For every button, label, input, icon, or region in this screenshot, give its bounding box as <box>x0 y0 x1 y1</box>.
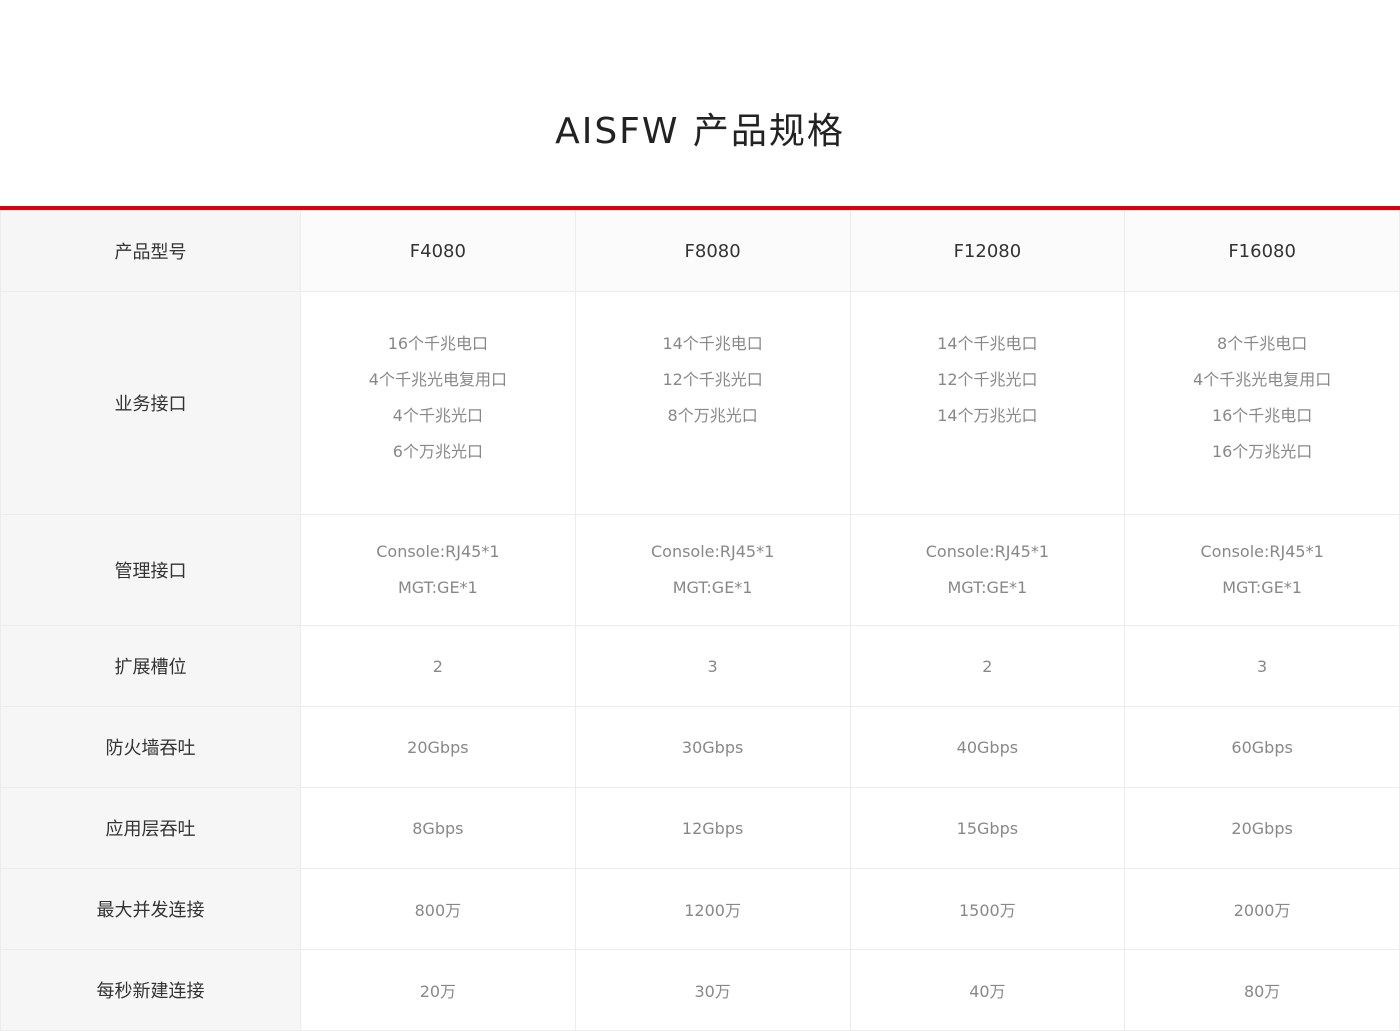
spec-cell: 14个千兆电口 12个千兆光口 14个万兆光口 <box>849 291 1126 515</box>
spec-table: 产品型号 F4080 F8080 F12080 F16080 业务接口 16个千… <box>0 210 1400 1031</box>
spec-cell: 30Gbps <box>574 706 851 788</box>
spec-cell: 20Gbps <box>1124 787 1400 869</box>
spec-line: 14个千兆电口 <box>662 334 763 353</box>
model-header: F16080 <box>1124 210 1400 292</box>
model-header: F4080 <box>300 210 576 292</box>
row-label: 业务接口 <box>0 291 301 515</box>
header-label: 产品型号 <box>0 210 301 292</box>
spec-cell: 8Gbps <box>300 787 576 869</box>
spec-line: 8个千兆电口 <box>1217 334 1308 353</box>
spec-line: 16个万兆光口 <box>1211 442 1313 461</box>
spec-cell: Console:RJ45*1 MGT:GE*1 <box>300 514 576 626</box>
spec-cell: 80万 <box>1124 949 1400 1031</box>
spec-cell: Console:RJ45*1 MGT:GE*1 <box>1124 514 1400 626</box>
spec-cell: 15Gbps <box>849 787 1126 869</box>
spec-line: 4个千兆光口 <box>392 406 483 425</box>
spec-line: 4个千兆光电复用口 <box>1193 370 1332 389</box>
spec-cell: 800万 <box>300 868 576 950</box>
row-label: 扩展槽位 <box>0 625 301 707</box>
page-title: AISFW 产品规格 <box>555 111 845 152</box>
spec-line: 14个万兆光口 <box>937 406 1038 425</box>
spec-cell: 40Gbps <box>849 706 1126 788</box>
table-row: 防火墙吞吐 20Gbps 30Gbps 40Gbps 60Gbps <box>0 706 1400 788</box>
spec-cell: 20Gbps <box>300 706 576 788</box>
table-row: 管理接口 Console:RJ45*1 MGT:GE*1 Console:RJ4… <box>0 514 1400 626</box>
table-row: 业务接口 16个千兆电口 4个千兆光电复用口 4个千兆光口 6个万兆光口 14个… <box>0 291 1400 515</box>
spec-line: Console:RJ45*1 <box>1200 542 1324 561</box>
spec-cell: 30万 <box>574 949 851 1031</box>
spec-cell: 3 <box>574 625 851 707</box>
table-row: 最大并发连接 800万 1200万 1500万 2000万 <box>0 868 1400 950</box>
row-label: 最大并发连接 <box>0 868 301 950</box>
spec-line: 16个千兆电口 <box>387 334 489 353</box>
model-header: F8080 <box>574 210 851 292</box>
spec-cell: Console:RJ45*1 MGT:GE*1 <box>849 514 1126 626</box>
spec-cell: 3 <box>1124 625 1400 707</box>
table-row: 应用层吞吐 8Gbps 12Gbps 15Gbps 20Gbps <box>0 787 1400 869</box>
spec-line: MGT:GE*1 <box>672 578 753 597</box>
spec-cell: 60Gbps <box>1124 706 1400 788</box>
spec-cell: 12Gbps <box>574 787 851 869</box>
spec-line: Console:RJ45*1 <box>650 542 775 561</box>
row-label: 管理接口 <box>0 514 301 626</box>
spec-cell: 1200万 <box>574 868 851 950</box>
spec-line: 4个千兆光电复用口 <box>368 370 507 389</box>
spec-cell: 8个千兆电口 4个千兆光电复用口 16个千兆电口 16个万兆光口 <box>1124 291 1400 515</box>
table-header-row: 产品型号 F4080 F8080 F12080 F16080 <box>0 210 1400 292</box>
spec-cell: 1500万 <box>849 868 1126 950</box>
spec-cell: 14个千兆电口 12个千兆光口 8个万兆光口 <box>574 291 851 515</box>
spec-cell: 2 <box>849 625 1126 707</box>
spec-line: 6个万兆光口 <box>392 442 483 461</box>
spec-cell: Console:RJ45*1 MGT:GE*1 <box>574 514 851 626</box>
spec-line: MGT:GE*1 <box>1222 578 1302 597</box>
spec-cell: 40万 <box>849 949 1126 1031</box>
spec-cell: 20万 <box>300 949 576 1031</box>
spec-line: 12个千兆光口 <box>937 370 1038 389</box>
row-label: 每秒新建连接 <box>0 949 301 1031</box>
model-header: F12080 <box>849 210 1126 292</box>
row-label: 应用层吞吐 <box>0 787 301 869</box>
spec-line: Console:RJ45*1 <box>376 542 500 561</box>
spec-line: Console:RJ45*1 <box>925 542 1050 561</box>
spec-cell: 2000万 <box>1124 868 1400 950</box>
spec-cell: 16个千兆电口 4个千兆光电复用口 4个千兆光口 6个万兆光口 <box>300 291 576 515</box>
row-label: 防火墙吞吐 <box>0 706 301 788</box>
table-row: 扩展槽位 2 3 2 3 <box>0 625 1400 707</box>
spec-cell: 2 <box>300 625 576 707</box>
spec-line: 14个千兆电口 <box>937 334 1038 353</box>
spec-line: 16个千兆电口 <box>1211 406 1313 425</box>
spec-line: MGT:GE*1 <box>947 578 1028 597</box>
spec-line: 12个千兆光口 <box>662 370 763 389</box>
spec-line: MGT:GE*1 <box>398 578 478 597</box>
spec-line: 8个万兆光口 <box>667 406 758 425</box>
table-row: 每秒新建连接 20万 30万 40万 80万 <box>0 949 1400 1031</box>
